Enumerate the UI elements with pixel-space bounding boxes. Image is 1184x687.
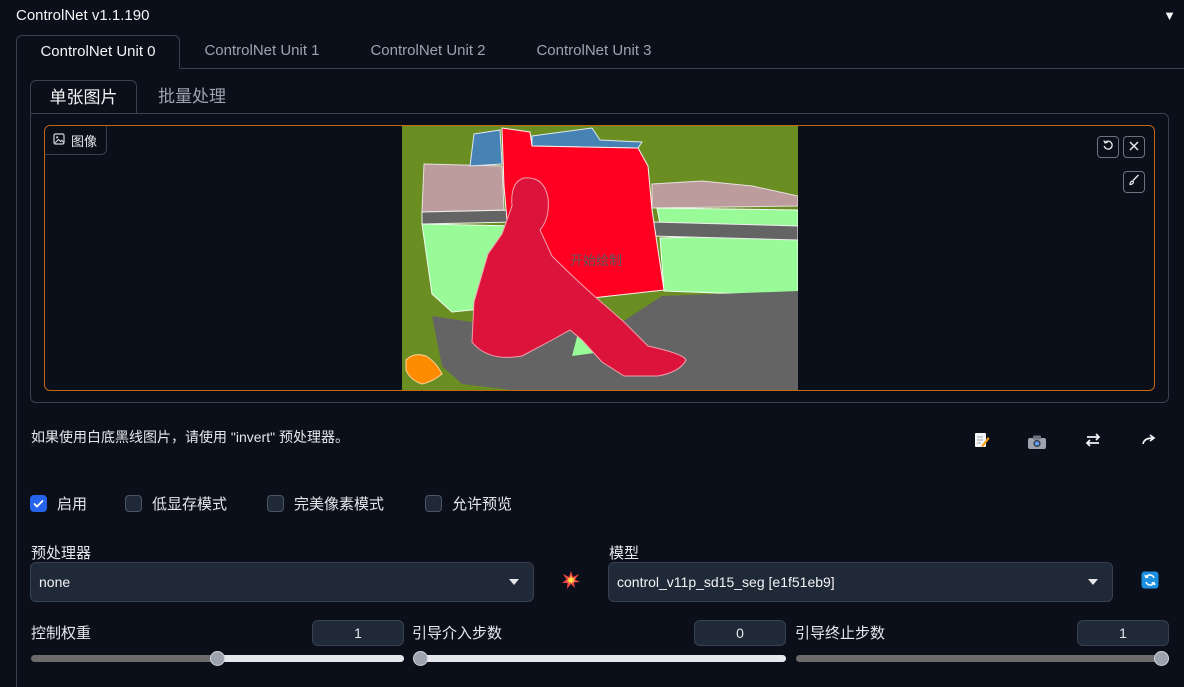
control-weight-label: 控制权重 (31, 625, 92, 642)
swap-icon[interactable] (1082, 429, 1104, 451)
invert-hint-text: 如果使用白底黑线图片，请使用 "invert" 预处理器。 (31, 429, 349, 445)
allow-preview-checkbox[interactable]: 允许预览 (425, 493, 512, 514)
checkbox-label: 允许预览 (452, 496, 513, 513)
unit-tab-bar: ControlNet Unit 0 ControlNet Unit 1 Cont… (16, 35, 1184, 69)
refresh-models-button[interactable] (1139, 569, 1161, 591)
undo-icon (1102, 138, 1114, 156)
close-icon (1129, 138, 1139, 156)
model-label: 模型 (609, 545, 640, 562)
enable-checkbox[interactable]: 启用 (30, 493, 87, 514)
tab-unit-1[interactable]: ControlNet Unit 1 (188, 35, 336, 69)
tab-unit-2[interactable]: ControlNet Unit 2 (353, 35, 503, 69)
guidance-end-label: 引导终止步数 (795, 625, 886, 642)
slider-thumb[interactable] (210, 651, 225, 666)
run-preprocessor-button[interactable] (560, 569, 582, 591)
chevron-down-icon (509, 579, 519, 585)
control-weight-slider[interactable] (31, 651, 404, 666)
tab-unit-3[interactable]: ControlNet Unit 3 (519, 35, 669, 69)
slider-thumb[interactable] (1154, 651, 1169, 666)
checkbox-label: 完美像素模式 (294, 496, 385, 513)
accordion-header[interactable]: ControlNet v1.1.190 ▼ (0, 0, 1184, 30)
preprocessor-select[interactable]: none (30, 562, 534, 602)
low-vram-checkbox[interactable]: 低显存模式 (125, 493, 227, 514)
brush-icon (1128, 173, 1140, 191)
panel-title: ControlNet v1.1.190 (16, 6, 150, 24)
checkbox-box[interactable] (267, 495, 284, 512)
slider-thumb[interactable] (413, 651, 428, 666)
chevron-down-icon (1088, 579, 1098, 585)
model-value: control_v11p_sd15_seg [e1f51eb9] (617, 574, 835, 590)
check-icon (33, 499, 44, 508)
checkbox-label: 低显存模式 (152, 496, 228, 513)
canvas-label-text: 图像 (71, 133, 98, 149)
collapse-toggle-icon[interactable]: ▼ (1163, 8, 1176, 23)
brush-button[interactable] (1123, 171, 1145, 193)
tab-single-image[interactable]: 单张图片 (30, 80, 137, 114)
refresh-icon (1141, 571, 1159, 589)
checkbox-box[interactable] (30, 495, 47, 512)
control-weight-input[interactable]: 1 (312, 620, 404, 646)
tab-batch[interactable]: 批量处理 (140, 80, 244, 114)
checkbox-box[interactable] (125, 495, 142, 512)
send-icon[interactable] (1138, 429, 1160, 451)
segmentation-image[interactable] (402, 126, 798, 390)
guidance-start-slider[interactable] (413, 651, 786, 666)
preprocessor-label: 预处理器 (31, 545, 92, 562)
image-tab-bar: 单张图片 批量处理 (30, 80, 1169, 114)
camera-icon[interactable] (1026, 431, 1048, 453)
guidance-end-slider[interactable] (796, 651, 1169, 666)
image-icon (53, 132, 65, 148)
edit-icon[interactable] (970, 429, 992, 451)
checkbox-box[interactable] (425, 495, 442, 512)
guidance-start-input[interactable]: 0 (694, 620, 786, 646)
reset-button[interactable] (1097, 136, 1119, 158)
guidance-end-input[interactable]: 1 (1077, 620, 1169, 646)
checkbox-label: 启用 (57, 496, 88, 513)
canvas-label: 图像 (45, 126, 108, 155)
clear-button[interactable] (1123, 136, 1145, 158)
explosion-icon (562, 571, 580, 589)
pixel-perfect-checkbox[interactable]: 完美像素模式 (267, 493, 384, 514)
model-select[interactable]: control_v11p_sd15_seg [e1f51eb9] (608, 562, 1113, 602)
preprocessor-value: none (39, 574, 71, 590)
image-canvas[interactable]: 图像 开始绘制 (44, 125, 1155, 391)
tab-unit-0[interactable]: ControlNet Unit 0 (16, 35, 180, 69)
guidance-start-label: 引导介入步数 (412, 625, 503, 642)
